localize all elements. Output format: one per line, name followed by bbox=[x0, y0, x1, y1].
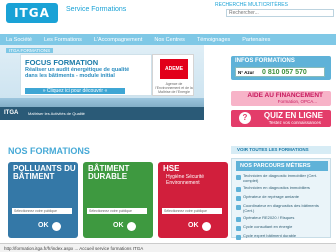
bullet-icon bbox=[236, 196, 241, 201]
parcours-item-label: Opérateur de repérage amiante bbox=[243, 194, 300, 199]
parcours-item[interactable]: Cycle expert bâtiment durable bbox=[236, 233, 328, 240]
info-formations: INFOS FORMATIONS N° Azur 0 810 057 570 bbox=[231, 56, 331, 80]
card-title: BÂTIMENT DURABLE bbox=[88, 164, 130, 181]
ok-circle-icon bbox=[202, 222, 211, 231]
card-title: POLLUANTS DU BÂTIMENT bbox=[13, 164, 76, 181]
banner: ITGA FORMATIONS FOCUS FORMATION Réaliser… bbox=[0, 45, 204, 120]
ok-button[interactable]: OK bbox=[113, 222, 124, 229]
ademe-box[interactable]: ADEME Agence de l'Environnement et de la… bbox=[152, 54, 194, 96]
bullet-icon bbox=[236, 187, 241, 192]
bullet-icon bbox=[236, 175, 241, 180]
parcours-item[interactable]: Technicien de diagnostic immobilier (Cer… bbox=[236, 173, 328, 183]
card-polluants[interactable]: POLLUANTS DU BÂTIMENT Sélectionnez votre… bbox=[8, 162, 78, 238]
card-select[interactable]: Sélectionnez votre publique bbox=[162, 208, 222, 214]
card-select[interactable]: Sélectionnez votre publique bbox=[12, 208, 72, 214]
ok-circle-icon bbox=[127, 222, 136, 231]
quiz-title: QUIZ EN LIGNE bbox=[263, 111, 323, 120]
parcours-item[interactable]: Cycle consultant en énergie bbox=[236, 224, 328, 231]
main-nav: La Société Les Formations L'Accompagneme… bbox=[0, 34, 336, 45]
parcours-item-label: Technicien en diagnostics immobiliers bbox=[243, 185, 310, 190]
nav-item-formations[interactable]: Les Formations bbox=[38, 37, 88, 43]
nav-item-accompagnement[interactable]: L'Accompagnement bbox=[88, 37, 148, 43]
ok-button[interactable]: OK bbox=[38, 222, 49, 229]
aide-sub: Formation, OPCA... bbox=[277, 99, 317, 104]
service-label: Service Formations bbox=[66, 6, 127, 13]
aide-title: AIDE AU FINANCEMENT bbox=[247, 92, 323, 99]
search-label[interactable]: RECHERCHE MULTICRITÈRES bbox=[215, 2, 288, 8]
parcours-item[interactable]: Coordinateur en diagnostics des bâtiment… bbox=[236, 203, 328, 213]
question-icon: ? bbox=[239, 112, 251, 124]
banner-tab: ITGA FORMATIONS bbox=[6, 48, 54, 53]
focus-box: FOCUS FORMATION Réaliser un audit énergé… bbox=[20, 54, 152, 96]
nav-item-centres[interactable]: Nos Centres bbox=[148, 37, 191, 43]
quiz-sub: Testez vos connaissances bbox=[268, 120, 321, 125]
parcours-item-label: Coordinateur en diagnostics des bâtiment… bbox=[243, 203, 319, 213]
parcours-item-label: Cycle consultant en énergie bbox=[243, 224, 293, 229]
strip-logo: ITGA bbox=[4, 110, 19, 116]
parcours-item-label: Cycle expert bâtiment durable bbox=[243, 233, 297, 238]
formation-cards: POLLUANTS DU BÂTIMENT Sélectionnez votre… bbox=[8, 162, 228, 238]
ok-circle-icon bbox=[52, 222, 61, 231]
ok-button[interactable]: OK bbox=[188, 222, 199, 229]
focus-body: Réaliser un audit énergétique de qualité… bbox=[25, 67, 130, 79]
bullet-icon bbox=[236, 217, 241, 222]
card-desc: Hygiène Sécurité Environnement bbox=[166, 174, 205, 186]
parcours-item-label: Opérateur RE2020 / Risques bbox=[243, 215, 295, 220]
itga-logo[interactable]: ITGA bbox=[6, 3, 58, 23]
info-title: INFOS FORMATIONS bbox=[235, 58, 295, 64]
focus-link[interactable]: » Cliquez ici pour découvrir « bbox=[25, 88, 125, 94]
card-select[interactable]: Sélectionnez votre publique bbox=[87, 208, 147, 214]
search-input[interactable] bbox=[226, 9, 334, 17]
card-title: HSE bbox=[163, 164, 180, 173]
bullet-icon bbox=[236, 205, 241, 210]
quiz-button[interactable]: ? QUIZ EN LIGNE Testez vos connaissances bbox=[231, 110, 331, 127]
ademe-caption: Agence de l'Environnement et de la Maîtr… bbox=[155, 82, 193, 94]
logo-text: ITGA bbox=[14, 6, 50, 20]
azur-number: 0 810 057 570 bbox=[262, 69, 307, 76]
card-batiment-durable[interactable]: BÂTIMENT DURABLE Sélectionnez votre publ… bbox=[83, 162, 153, 238]
strip-text: Maîtriser les Activités de Qualité bbox=[28, 111, 85, 116]
nav-item-temoignages[interactable]: Témoignages bbox=[191, 37, 236, 43]
banner-strip: ITGA Maîtriser les Activités de Qualité bbox=[0, 107, 204, 120]
parcours-list: Technicien de diagnostic immobilier (Cer… bbox=[236, 173, 328, 243]
parcours-item[interactable]: Opérateur RE2020 / Risques bbox=[236, 215, 328, 222]
nos-formations-title: NOS FORMATIONS bbox=[8, 146, 90, 156]
parcours-title: NOS PARCOURS MÉTIERS bbox=[236, 161, 328, 171]
azur-number-box[interactable]: N° Azur 0 810 057 570 bbox=[235, 67, 325, 77]
bullet-icon bbox=[236, 235, 241, 240]
nav-item-societe[interactable]: La Société bbox=[0, 37, 38, 43]
parcours-item[interactable]: Technicien en diagnostics immobiliers bbox=[236, 185, 328, 192]
azur-badge: N° Azur bbox=[238, 70, 255, 75]
status-bar: http://formation.itga.fr/fr/index.aspx .… bbox=[0, 243, 336, 252]
bullet-icon bbox=[236, 226, 241, 231]
card-hse[interactable]: HSE Hygiène Sécurité Environnement Sélec… bbox=[158, 162, 228, 238]
nav-item-partenaires[interactable]: Partenaires bbox=[236, 37, 276, 43]
voir-toutes-link[interactable]: VOIR TOUTES LES FORMATIONS bbox=[231, 146, 331, 154]
aide-financement-button[interactable]: AIDE AU FINANCEMENT Formation, OPCA... bbox=[231, 91, 331, 106]
ademe-logo: ADEME bbox=[160, 59, 188, 79]
parcours-panel: NOS PARCOURS MÉTIERS Technicien de diagn… bbox=[231, 158, 331, 240]
header: ITGA Service Formations RECHERCHE MULTIC… bbox=[0, 0, 336, 34]
parcours-item[interactable]: Opérateur de repérage amiante bbox=[236, 194, 328, 201]
focus-title: FOCUS FORMATION bbox=[25, 58, 99, 67]
parcours-item-label: Technicien de diagnostic immobilier (Cer… bbox=[243, 173, 318, 183]
